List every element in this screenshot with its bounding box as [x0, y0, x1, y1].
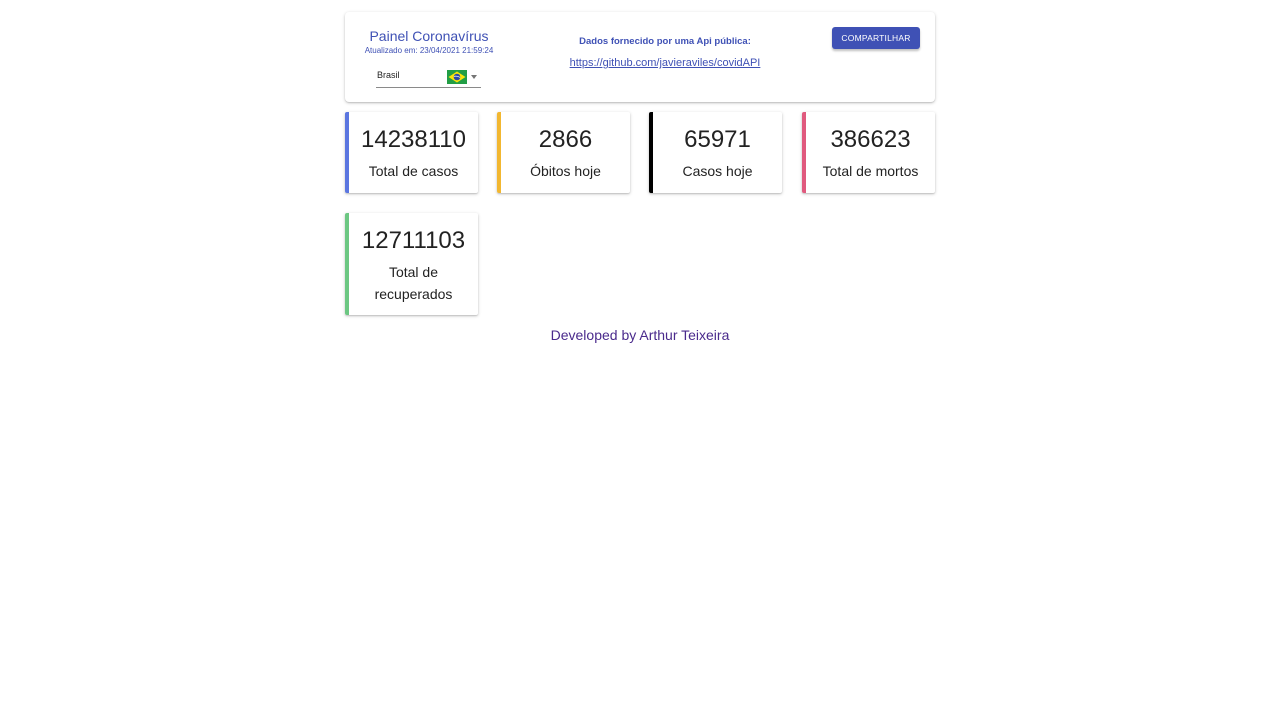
stat-label: Total de mortos [822, 163, 919, 179]
chevron-down-icon [471, 75, 477, 79]
stat-card-cases-today: 65971 Casos hoje [649, 112, 782, 193]
brazil-flag-icon [447, 70, 467, 84]
api-source-label: Dados fornecido por uma Api pública: [579, 36, 751, 47]
stat-value: 2866 [538, 126, 593, 153]
share-button[interactable]: COMPARTILHAR [832, 27, 920, 49]
header-card: Painel Coronavírus Atualizado em: 23/04/… [345, 12, 935, 102]
country-select[interactable]: Brasil [376, 67, 481, 88]
stat-label: Total de casos [368, 163, 459, 179]
stat-card-total-cases: 14238110 Total de casos [345, 112, 478, 193]
stat-card-deaths-today: 2866 Óbitos hoje [497, 112, 630, 193]
stat-value: 14238110 [361, 126, 466, 153]
stat-value: 386623 [830, 126, 911, 153]
country-select-value: Brasil [377, 70, 400, 80]
stat-card-total-recovered: 12711103 Total de recuperados [345, 213, 478, 315]
stat-value: 12711103 [361, 227, 466, 254]
stat-label: Total de recuperados [374, 264, 453, 302]
page: Painel Coronavírus Atualizado em: 23/04/… [0, 0, 1280, 720]
stat-label: Casos hoje [682, 163, 753, 179]
page-title: Painel Coronavírus [369, 28, 489, 44]
footer-credit: Developed by Arthur Teixeira [550, 327, 730, 343]
stat-label: Óbitos hoje [530, 163, 601, 179]
updated-timestamp: Atualizado em: 23/04/2021 21:59:24 [364, 46, 494, 55]
stat-value: 65971 [684, 126, 751, 153]
stat-card-total-deaths: 386623 Total de mortos [802, 112, 935, 193]
api-source-link[interactable]: https://github.com/javieraviles/covidAPI [554, 57, 776, 69]
